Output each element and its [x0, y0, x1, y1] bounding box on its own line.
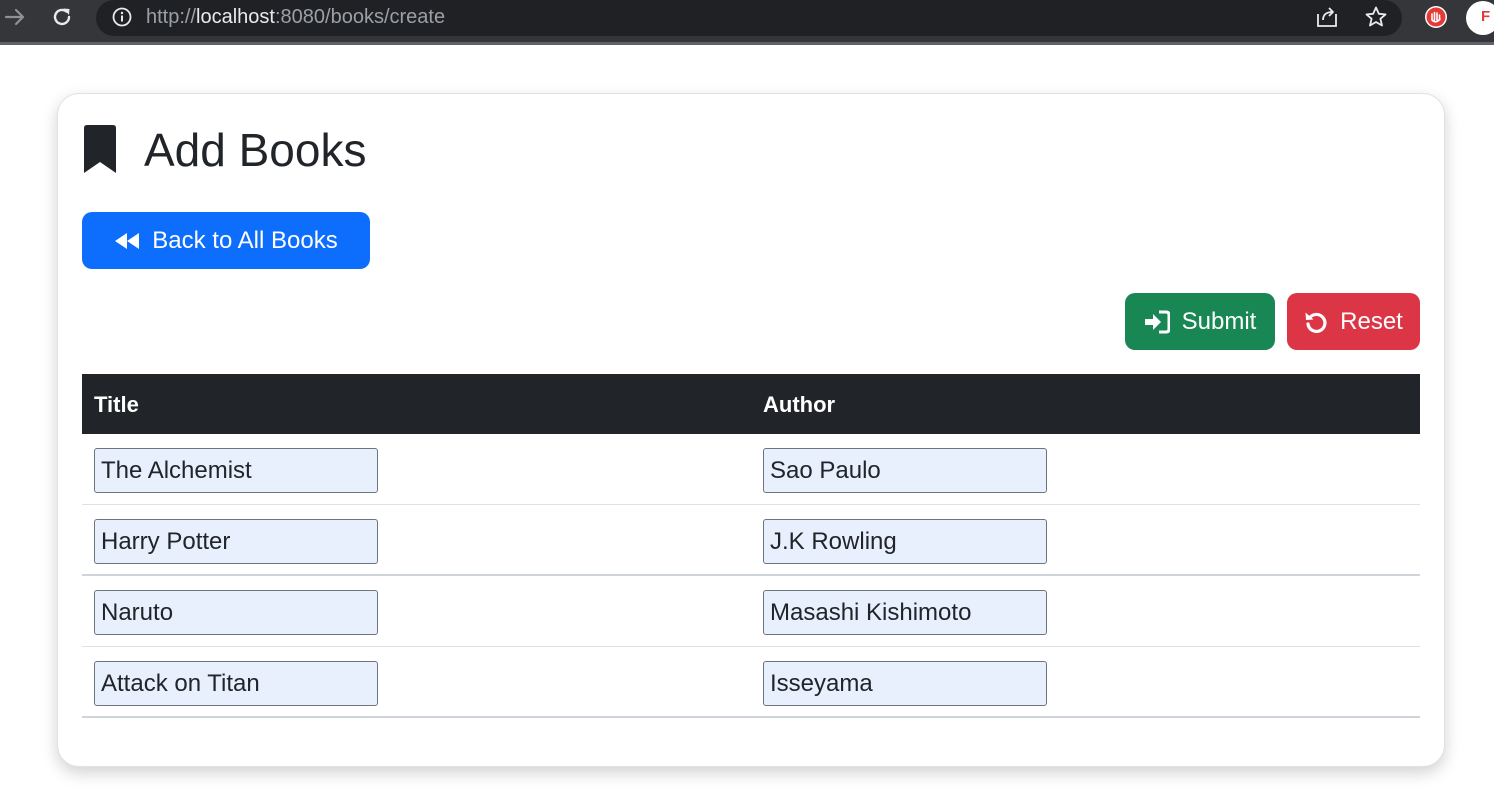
- url-path: :8080/books/create: [274, 6, 446, 28]
- url-text[interactable]: http://localhost:8080/books/create: [146, 6, 445, 28]
- author-input[interactable]: [763, 590, 1047, 635]
- extension-icon[interactable]: [1424, 5, 1448, 29]
- back-to-all-books-button[interactable]: Back to All Books: [82, 212, 370, 269]
- url-host: localhost: [196, 6, 275, 28]
- profile-avatar-glyph: F: [1481, 8, 1491, 25]
- sign-in-icon: [1144, 310, 1170, 333]
- author-input[interactable]: [763, 448, 1047, 493]
- info-icon[interactable]: [112, 7, 132, 27]
- reset-button[interactable]: Reset: [1287, 293, 1420, 350]
- star-icon[interactable]: [1364, 5, 1388, 29]
- table-header: Title Author: [82, 374, 1420, 434]
- back-button-label: Back to All Books: [152, 226, 338, 254]
- title-input[interactable]: [94, 661, 378, 706]
- table-row: [82, 647, 1420, 718]
- bookmark-icon: [84, 125, 116, 173]
- reset-button-label: Reset: [1340, 307, 1403, 335]
- author-input[interactable]: [763, 519, 1047, 564]
- submit-button-label: Submit: [1181, 307, 1257, 335]
- title-input[interactable]: [94, 448, 378, 493]
- url-scheme: http://: [146, 6, 197, 28]
- table-row: [82, 505, 1420, 576]
- page-heading: Add Books: [82, 120, 366, 180]
- reload-icon[interactable]: [47, 4, 77, 30]
- books-table: Title Author: [82, 374, 1420, 718]
- table-row: [82, 434, 1420, 505]
- forward-arrow-icon[interactable]: [0, 4, 30, 30]
- column-header-author: Author: [763, 392, 836, 417]
- title-input[interactable]: [94, 519, 378, 564]
- share-icon[interactable]: [1315, 6, 1339, 28]
- table-row: [82, 576, 1420, 647]
- toolbar-divider: [0, 42, 1494, 45]
- title-input[interactable]: [94, 590, 378, 635]
- backward-icon: [115, 232, 140, 249]
- page-title: Add Books: [144, 124, 367, 176]
- undo-icon: [1305, 312, 1327, 333]
- submit-button[interactable]: Submit: [1125, 293, 1275, 350]
- column-header-title: Title: [94, 392, 139, 417]
- author-input[interactable]: [763, 661, 1047, 706]
